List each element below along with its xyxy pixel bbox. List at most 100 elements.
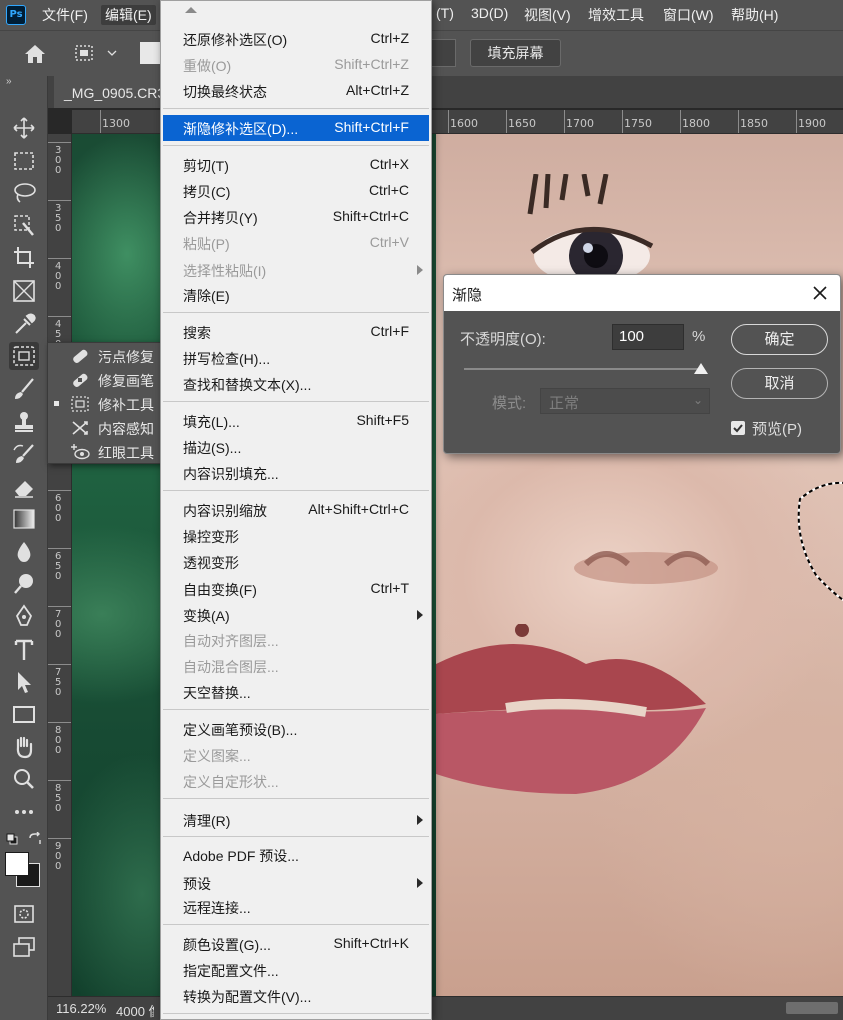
close-icon[interactable] [810,283,830,303]
menu-help[interactable]: 帮助(H) [731,5,778,25]
document-info[interactable]: 4000 像 [116,1001,154,1020]
mode-select[interactable]: 正常 ⌄ [540,388,710,414]
tool-preset-picker[interactable] [70,41,124,67]
flyout-item-patch[interactable]: 修补工具 [48,392,168,416]
menu-item-redo[interactable]: 重做(O) Shift+Ctrl+Z [163,52,429,78]
clone-stamp-tool[interactable] [9,408,39,436]
pen-tool[interactable] [9,603,39,631]
menu-scroll-up-icon[interactable] [185,7,197,13]
menu-item-define-brush[interactable]: 定义画笔预设(B)... [163,716,429,742]
zoom-level[interactable]: 116.22% [56,1001,106,1016]
menu-item-find-replace[interactable]: 查找和替换文本(X)... [163,371,429,397]
eraser-icon [15,481,33,498]
collapse-icon[interactable]: » [6,76,12,87]
menu-item-undo-patch[interactable]: 还原修补选区(O) Ctrl+Z [163,26,429,52]
flyout-item-content-aware-move[interactable]: 内容感知 [48,416,168,440]
home-button[interactable] [20,41,50,67]
menu-item-perspective-warp[interactable]: 透视变形 [163,549,429,575]
menu-item-copy[interactable]: 拷贝(C) Ctrl+C [163,178,429,204]
menu-item-search[interactable]: 搜索 Ctrl+F [163,319,429,345]
swap-colors-icon[interactable] [28,831,42,846]
menu-item-auto-align-layers[interactable]: 自动对齐图层... [163,627,429,653]
screen-mode-button[interactable] [9,933,39,961]
menu-item-paste[interactable]: 粘贴(P) Ctrl+V [163,230,429,256]
zoom-icon [14,769,34,789]
opacity-input[interactable]: 100 [612,324,684,350]
fill-screen-button[interactable]: 填充屏幕 [470,39,561,67]
default-colors-icon[interactable] [6,832,18,845]
quick-mask-button[interactable] [9,900,39,928]
menu-item-color-settings[interactable]: 颜色设置(G)... Shift+Ctrl+K [163,931,429,957]
menu-item-presets[interactable]: 预设 [163,870,429,896]
eyedropper-tool[interactable] [9,310,39,338]
ruler-tick: 650 [48,548,71,582]
gradient-tool[interactable] [9,505,39,533]
menu-item-auto-blend-layers[interactable]: 自动混合图层... [163,653,429,679]
menu-window[interactable]: 窗口(W) [663,5,714,25]
hand-tool[interactable] [9,733,39,761]
preview-checkbox[interactable] [731,421,745,435]
menu-edit[interactable]: 编辑(E) [101,5,156,25]
lasso-tool[interactable] [9,179,39,207]
menu-item-sky-replacement[interactable]: 天空替换... [163,679,429,705]
menu-item-copy-merged[interactable]: 合并拷贝(Y) Shift+Ctrl+C [163,204,429,230]
foreground-color-swatch[interactable] [5,852,29,876]
marquee-tool[interactable] [9,147,39,175]
ok-button[interactable]: 确定 [731,324,828,355]
preview-label: 预览(P) [752,421,802,438]
menu-3d[interactable]: 3D(D) [471,5,508,21]
opacity-slider-thumb[interactable] [694,363,708,374]
menu-item-fill[interactable]: 填充(L)... Shift+F5 [163,408,429,434]
patch-mode-swatch[interactable] [140,42,160,64]
menu-item-define-pattern[interactable]: 定义图案... [163,742,429,768]
menu-item-convert-to-profile[interactable]: 转换为配置文件(V)... [163,983,429,1009]
menu-item-purge[interactable]: 清理(R) [163,807,429,833]
document-tab[interactable]: _MG_0905.CR3 [54,76,160,108]
menu-plugins[interactable]: 增效工具 [588,5,644,25]
frame-tool[interactable] [9,277,39,305]
crop-tool[interactable] [9,244,39,272]
blur-tool[interactable] [9,538,39,566]
menu-item-content-aware-fill[interactable]: 内容识别填充... [163,460,429,486]
dodge-tool[interactable] [9,570,39,598]
menu-item-paste-special[interactable]: 选择性粘贴(I) [163,257,429,283]
menu-item-content-aware-scale[interactable]: 内容识别缩放 Alt+Shift+Ctrl+C [163,497,429,523]
menu-item-free-transform[interactable]: 自由变换(F) Ctrl+T [163,576,429,602]
menu-item-fade-patch[interactable]: 渐隐修补选区(D)... Shift+Ctrl+F [163,115,429,141]
quick-select-tool[interactable] [9,211,39,239]
menu-item-cut[interactable]: 剪切(T) Ctrl+X [163,152,429,178]
cancel-button[interactable]: 取消 [731,368,828,399]
zoom-tool[interactable] [9,765,39,793]
options-field[interactable] [432,39,456,67]
more-tools[interactable] [9,798,39,826]
flyout-item-healing-brush[interactable]: 修复画笔 [48,368,168,392]
rectangle-tool[interactable] [9,700,39,728]
path-select-tool[interactable] [9,668,39,696]
ruler-tick: 700 [48,606,71,640]
move-tool[interactable] [9,114,39,142]
opacity-slider[interactable] [464,368,702,370]
horizontal-scrollbar[interactable] [786,1002,838,1014]
flyout-item-spot-healing[interactable]: 污点修复 [48,344,168,368]
menu-view[interactable]: 视图(V) [524,5,571,25]
patch-tool[interactable] [9,342,39,370]
menu-file[interactable]: 文件(F) [42,5,88,25]
menu-separator [163,108,429,109]
menu-item-clear[interactable]: 清除(E) [163,282,429,308]
history-brush-tool[interactable] [9,440,39,468]
menu-item-stroke[interactable]: 描边(S)... [163,434,429,460]
menu-item-toggle-last-state[interactable]: 切换最终状态 Alt+Ctrl+Z [163,78,429,104]
type-tool[interactable] [9,636,39,664]
dialog-titlebar[interactable]: 渐隐 [444,275,840,311]
brush-tool[interactable] [9,375,39,403]
menu-item-remote-connections[interactable]: 远程连接... [163,894,429,920]
menu-item-puppet-warp[interactable]: 操控变形 [163,523,429,549]
flyout-item-red-eye[interactable]: 红眼工具 [48,440,168,464]
menu-type[interactable]: (T) [436,5,454,21]
eraser-tool[interactable] [9,473,39,501]
menu-item-define-custom-shape[interactable]: 定义自定形状... [163,768,429,794]
menu-item-transform[interactable]: 变换(A) [163,602,429,628]
menu-item-spell-check[interactable]: 拼写检查(H)... [163,345,429,371]
menu-item-assign-profile[interactable]: 指定配置文件... [163,957,429,983]
menu-item-adobe-pdf-presets[interactable]: Adobe PDF 预设... [163,842,429,868]
